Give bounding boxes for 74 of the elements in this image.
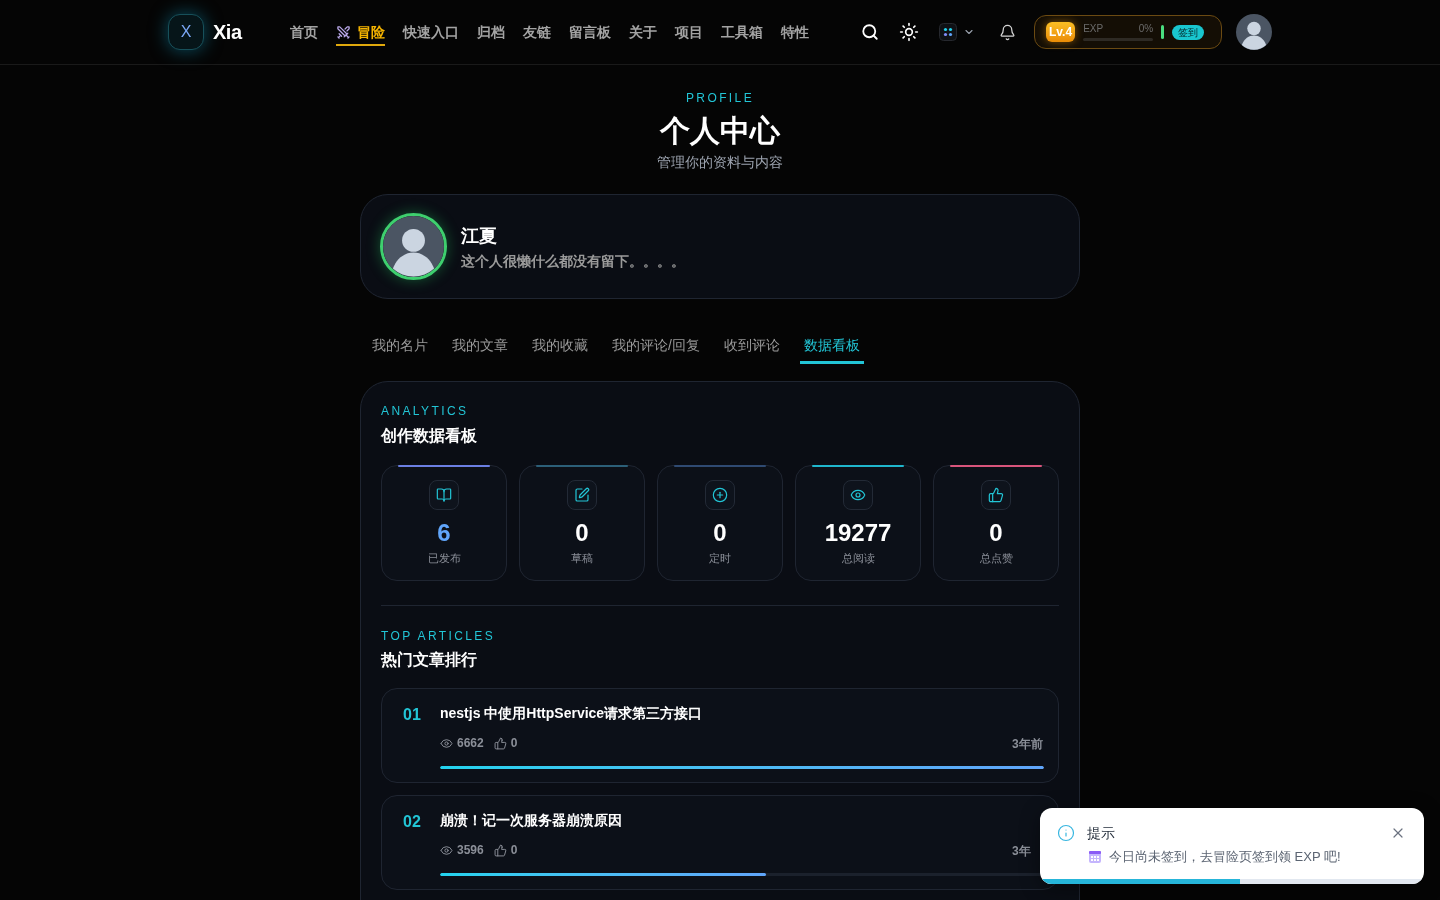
logo-text[interactable]: Xia: [213, 17, 242, 47]
page-eyebrow: PROFILE: [685, 90, 755, 106]
level-badge: Lv.4: [1046, 22, 1076, 42]
indicator-icon: [1161, 25, 1165, 39]
nav-link[interactable]: 归档: [476, 18, 505, 46]
profile-tab[interactable]: 数据看板: [799, 335, 864, 364]
article-views: 6662: [457, 735, 484, 751]
article-time: 3年前: [1012, 737, 1043, 751]
profile-tab[interactable]: 我的文章: [448, 335, 512, 364]
profile-tab[interactable]: 我的评论/回复: [608, 335, 704, 364]
nav-link[interactable]: 快速入口: [402, 18, 459, 46]
article-title: 崩溃！记一次服务器崩溃原因: [440, 811, 623, 830]
crossed-swords-icon: [335, 24, 351, 40]
book-icon: [429, 480, 459, 510]
exp-percent: 0%: [1138, 23, 1154, 35]
toast-message: 今日尚未签到，去冒险页签到领 EXP 吧!: [1109, 848, 1341, 866]
profile-avatar: [380, 213, 447, 280]
nav-link[interactable]: 项目: [674, 18, 703, 46]
nav-link[interactable]: 关于: [628, 18, 657, 46]
stat-label: 定时: [709, 551, 731, 566]
page-title: 个人中心: [660, 113, 780, 149]
article-card[interactable]: 01 nestjs 中使用HttpService请求第三方接口 6662 0 3年前: [381, 688, 1059, 783]
profile-tab[interactable]: 收到评论: [719, 335, 784, 364]
article-time: 3年: [1012, 844, 1031, 858]
user-avatar[interactable]: [1236, 14, 1272, 50]
search-icon[interactable]: [861, 23, 879, 41]
article-likes: 0: [510, 842, 518, 858]
eye-icon: [843, 480, 873, 510]
profile-tab[interactable]: 我的名片: [368, 335, 432, 364]
analytics-title: 创作数据看板: [381, 426, 478, 446]
apps-menu-button[interactable]: [939, 23, 975, 41]
calendar-icon: [1089, 851, 1101, 863]
profile-tab[interactable]: 我的收藏: [528, 335, 592, 364]
article-likes: 0: [510, 735, 518, 751]
stat-value: 0: [575, 518, 589, 548]
sun-icon[interactable]: [899, 22, 919, 42]
article-card[interactable]: 02 崩溃！记一次服务器崩溃原因 3596 0 3年: [381, 795, 1059, 890]
check-in-button[interactable]: 签到: [1172, 24, 1205, 40]
article-title: nestjs 中使用HttpService请求第三方接口: [440, 704, 704, 723]
nav-link[interactable]: 首页: [289, 18, 318, 46]
articles-eyebrow: TOP ARTICLES: [381, 628, 497, 644]
stat-value: 19277: [824, 518, 892, 548]
info-icon: [1057, 824, 1075, 842]
article-rank: 01: [403, 705, 422, 725]
thumbs-up-icon: [493, 843, 507, 857]
stat-value: 0: [989, 518, 1003, 548]
profile-name: 江夏: [461, 224, 498, 248]
nav-link[interactable]: 友链: [522, 18, 551, 46]
nav-link[interactable]: 冒险: [335, 18, 385, 46]
eye-icon: [440, 843, 453, 857]
article-rank: 02: [403, 812, 422, 832]
page-subtitle: 管理你的资料与内容: [657, 153, 783, 172]
eye-icon: [440, 736, 453, 750]
profile-bio: 这个人很懒什么都没有留下。。。。: [461, 251, 685, 271]
analytics-eyebrow: ANALYTICS: [381, 403, 470, 419]
thumbs-up-icon: [981, 480, 1011, 510]
stat-value: 0: [713, 518, 727, 548]
stat-label: 已发布: [427, 551, 461, 566]
nav-link[interactable]: 特性: [780, 18, 809, 46]
articles-title: 热门文章排行: [381, 650, 478, 670]
bell-icon[interactable]: [999, 23, 1016, 41]
thumbs-up-icon: [493, 736, 507, 750]
stat-label: 总点赞: [979, 551, 1013, 566]
toast-title: 提示: [1087, 824, 1116, 842]
nav-link[interactable]: 工具箱: [720, 18, 763, 46]
stat-label: 总阅读: [841, 551, 875, 566]
article-views: 3596: [457, 842, 484, 858]
logo-mark[interactable]: X: [168, 14, 204, 50]
edit-icon: [567, 480, 597, 510]
app-grid-icon: [939, 23, 957, 41]
exp-label: EXP: [1083, 23, 1104, 35]
stat-value: 6: [437, 518, 451, 548]
stat-label: 草稿: [571, 551, 593, 566]
nav-link[interactable]: 留言板: [568, 18, 611, 46]
